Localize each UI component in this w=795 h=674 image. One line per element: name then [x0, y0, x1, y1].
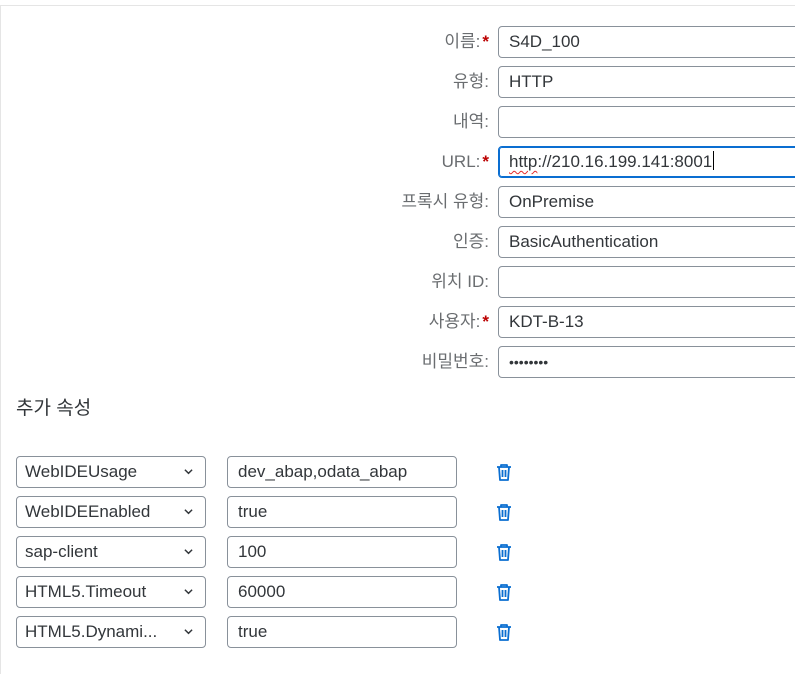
chevron-down-icon [184, 629, 193, 635]
property-row: sap-client 100 [0, 536, 795, 568]
url-label: URL: * [441, 152, 489, 171]
authentication-label: 인증: [452, 232, 489, 251]
trash-icon[interactable] [494, 622, 514, 642]
property-row: HTML5.Timeout 60000 [0, 576, 795, 608]
user-input[interactable]: KDT-B-13 [498, 306, 795, 338]
property-key-text: WebIDEEnabled [25, 502, 151, 521]
form-row-user: 사용자: * KDT-B-13 [0, 306, 795, 338]
form-row-proxy-type: 프록시 유형: OnPremise [0, 186, 795, 218]
chevron-down-icon [184, 469, 193, 475]
name-label: 이름: * [444, 32, 489, 51]
text-caret [713, 151, 715, 170]
additional-properties-title: 추가 속성 [16, 398, 92, 419]
required-marker: * [482, 312, 489, 331]
form-row-authentication: 인증: BasicAuthentication [0, 226, 795, 258]
chevron-down-icon [184, 589, 193, 595]
location-id-label: 위치 ID: [431, 272, 489, 291]
required-marker: * [482, 152, 489, 171]
proxy-type-label: 프록시 유형: [401, 192, 489, 211]
property-key-select[interactable]: WebIDEEnabled [16, 496, 206, 528]
location-id-input[interactable] [498, 266, 795, 298]
property-row: WebIDEUsage dev_abap,odata_abap [0, 456, 795, 488]
password-label: 비밀번호: [421, 352, 489, 371]
property-row: WebIDEEnabled true [0, 496, 795, 528]
type-input[interactable]: HTTP [498, 66, 795, 98]
top-divider [0, 5, 795, 6]
property-value-input[interactable]: true [227, 616, 457, 648]
property-value-input[interactable]: 100 [227, 536, 457, 568]
property-key-select[interactable]: HTML5.Dynami... [16, 616, 206, 648]
form-row-url: URL: * http://210.16.199.141:8001 [0, 146, 795, 178]
authentication-input[interactable]: BasicAuthentication [498, 226, 795, 258]
property-value-input[interactable]: dev_abap,odata_abap [227, 456, 457, 488]
url-input[interactable]: http://210.16.199.141:8001 [498, 146, 795, 178]
user-label: 사용자: * [428, 312, 489, 331]
trash-icon[interactable] [494, 502, 514, 522]
property-value-input[interactable]: 60000 [227, 576, 457, 608]
proxy-type-input[interactable]: OnPremise [498, 186, 795, 218]
description-label: 내역: [452, 112, 489, 131]
password-input[interactable]: •••••••• [498, 346, 795, 378]
type-label: 유형: [452, 72, 489, 91]
chevron-down-icon [184, 549, 193, 555]
url-protocol-text: http [509, 152, 538, 171]
form-row-description: 내역: [0, 106, 795, 138]
property-key-select[interactable]: sap-client [16, 536, 206, 568]
property-value-input[interactable]: true [227, 496, 457, 528]
trash-icon[interactable] [494, 542, 514, 562]
form-row-name: 이름: * S4D_100 [0, 26, 795, 58]
property-row: HTML5.Dynami... true [0, 616, 795, 648]
property-key-text: WebIDEUsage [25, 462, 138, 481]
description-input[interactable] [498, 106, 795, 138]
property-key-text: sap-client [25, 542, 98, 561]
form-row-password: 비밀번호: •••••••• [0, 346, 795, 378]
chevron-down-icon [184, 509, 193, 515]
property-key-select[interactable]: HTML5.Timeout [16, 576, 206, 608]
trash-icon[interactable] [494, 582, 514, 602]
name-input[interactable]: S4D_100 [498, 26, 795, 58]
property-key-text: HTML5.Dynami... [25, 622, 158, 641]
url-rest-text: ://210.16.199.141:8001 [537, 152, 713, 171]
trash-icon[interactable] [494, 462, 514, 482]
property-key-text: HTML5.Timeout [25, 582, 147, 601]
property-key-select[interactable]: WebIDEUsage [16, 456, 206, 488]
required-marker: * [482, 32, 489, 51]
form-row-location-id: 위치 ID: [0, 266, 795, 298]
form-row-type: 유형: HTTP [0, 66, 795, 98]
